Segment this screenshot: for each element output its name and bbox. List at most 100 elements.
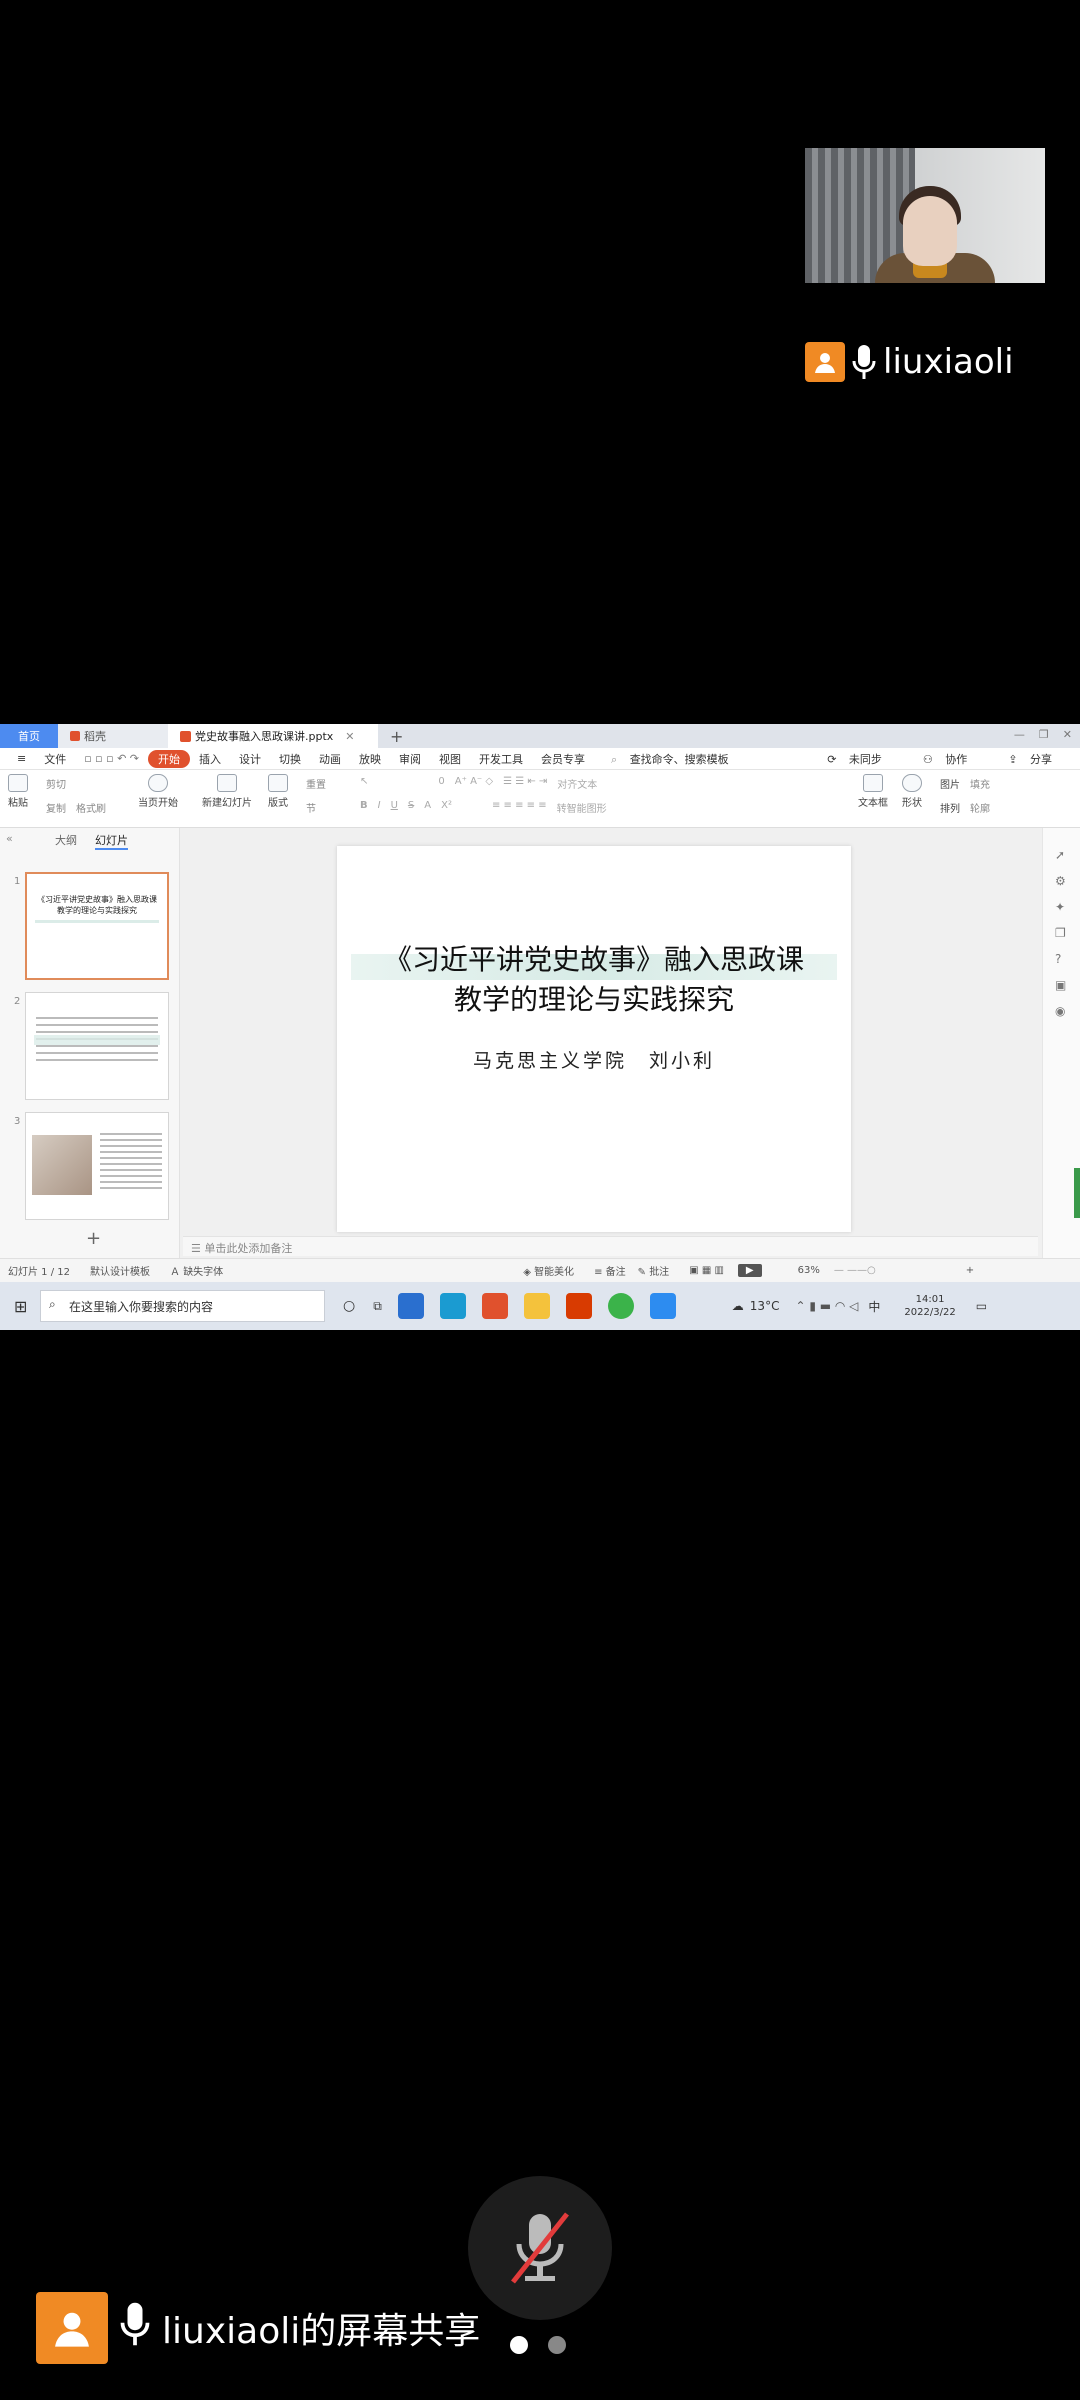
notification-icon[interactable]: ▭ bbox=[976, 1299, 987, 1313]
browser-icon[interactable] bbox=[607, 1293, 634, 1319]
comments-button[interactable]: ✎ 批注 bbox=[638, 1263, 670, 1278]
tray-icons[interactable]: ⌃ ▮ ▬ ◠ ◁ bbox=[795, 1299, 858, 1313]
menu-view[interactable]: 视图 bbox=[430, 751, 470, 767]
taskbar-search[interactable]: ⌕ 在这里输入你要搜索的内容 bbox=[40, 1290, 325, 1322]
help-icon[interactable]: ? bbox=[1055, 952, 1066, 966]
layout-button[interactable]: 版式 bbox=[268, 774, 288, 809]
zoom-in-icon[interactable]: + bbox=[966, 1265, 974, 1276]
clock[interactable]: 14:01 2022/3/22 bbox=[904, 1293, 955, 1319]
sync-button[interactable]: ⟳ 未同步 bbox=[818, 751, 900, 767]
app-icon[interactable] bbox=[439, 1293, 466, 1319]
outline-button[interactable]: 轮廓 bbox=[970, 800, 990, 815]
tool-icons[interactable]: ➚ ⚙ ✦ ❐ ? ▣ ◉ bbox=[1055, 848, 1066, 1018]
rocket-icon[interactable]: ➚ bbox=[1055, 848, 1066, 862]
menu-design[interactable]: 设计 bbox=[230, 751, 270, 767]
windows-start-icon[interactable]: ⊞ bbox=[14, 1297, 27, 1316]
office-icon[interactable] bbox=[565, 1293, 592, 1319]
view-icons[interactable]: ▣ ▦ ▥ bbox=[689, 1265, 724, 1276]
text-box-button[interactable]: 文本框 bbox=[858, 774, 888, 809]
add-slide-button[interactable]: + bbox=[86, 1228, 101, 1249]
slide-thumbnail-1[interactable]: 《习近平讲党史故事》融入思政课教学的理论与实践探究 bbox=[25, 872, 169, 980]
location-icon[interactable]: ◉ bbox=[1055, 1004, 1066, 1018]
menu-review[interactable]: 审阅 bbox=[390, 751, 430, 767]
notes-button[interactable]: ≡ 备注 bbox=[594, 1263, 626, 1278]
picture-button[interactable]: 图片 bbox=[940, 776, 960, 791]
slide-thumbnail-2[interactable] bbox=[25, 992, 169, 1100]
font-color-icon[interactable]: A bbox=[424, 800, 431, 815]
menu-animation[interactable]: 动画 bbox=[310, 751, 350, 767]
task-view-icon[interactable]: ⧉ bbox=[373, 1299, 382, 1314]
play-slideshow-button[interactable]: ▶ bbox=[737, 1264, 762, 1277]
bold-icon[interactable]: B bbox=[360, 800, 368, 815]
slide-subtitle[interactable]: 马克思主义学院 刘小利 bbox=[337, 1046, 851, 1073]
command-search[interactable]: ⌕ 查找命令、搜索模板 bbox=[602, 751, 747, 767]
copy-button[interactable]: 复制 bbox=[46, 800, 66, 815]
close-icon[interactable]: ✕ bbox=[345, 730, 354, 743]
shape-button[interactable]: 形状 bbox=[902, 774, 922, 809]
menu-icon[interactable]: ≡ bbox=[8, 752, 35, 765]
page-dot[interactable] bbox=[548, 2336, 566, 2354]
new-slide-button[interactable]: 新建幻灯片 bbox=[202, 774, 252, 809]
fill-button[interactable]: 填充 bbox=[970, 776, 990, 791]
list-icons[interactable]: ☰ ☰ ⇤ ⇥ bbox=[503, 776, 547, 791]
tab-document[interactable]: 党史故事融入思政课讲.pptx ✕ bbox=[168, 724, 378, 748]
arrange-button[interactable]: 排列 bbox=[940, 800, 960, 815]
menu-transition[interactable]: 切换 bbox=[270, 751, 310, 767]
missing-font-button[interactable]: Ａ 缺失字体 bbox=[170, 1263, 223, 1278]
menu-insert[interactable]: 插入 bbox=[190, 751, 230, 767]
tab-outline[interactable]: 大纲 bbox=[55, 832, 77, 850]
minimize-icon[interactable]: — bbox=[1014, 728, 1025, 741]
superscript-icon[interactable]: X² bbox=[441, 800, 452, 815]
play-from-current-button[interactable]: 当页开始 bbox=[138, 774, 178, 809]
section-button[interactable]: 节 bbox=[306, 800, 316, 815]
underline-icon[interactable]: U bbox=[391, 800, 398, 815]
meeting-icon[interactable] bbox=[649, 1293, 676, 1319]
format-painter-button[interactable]: 格式刷 bbox=[76, 800, 106, 815]
tab-slides[interactable]: 幻灯片 bbox=[95, 832, 128, 850]
tab-home[interactable]: 首页 bbox=[0, 724, 58, 748]
quick-access-icons[interactable]: ▫ ▫ ▫ ↶ ↷ bbox=[75, 752, 148, 765]
paste-button[interactable]: 粘贴 bbox=[8, 774, 28, 809]
notes-bar[interactable]: ☰ 单击此处添加备注 bbox=[183, 1236, 1038, 1256]
smart-art-button[interactable]: 转智能图形 bbox=[557, 800, 607, 815]
menu-developer[interactable]: 开发工具 bbox=[470, 751, 532, 767]
new-tab-button[interactable]: + bbox=[378, 724, 415, 748]
slide-canvas[interactable]: 《习近平讲党史故事》融入思政课 教学的理论与实践探究 马克思主义学院 刘小利 bbox=[337, 846, 851, 1232]
font-grow-icon[interactable]: A⁺ A⁻ ◇ bbox=[455, 776, 493, 791]
font-size-field[interactable]: 0 bbox=[438, 776, 444, 791]
weather-temp[interactable]: 13°C bbox=[750, 1299, 780, 1313]
mute-toggle-button[interactable] bbox=[468, 2176, 612, 2320]
menu-slideshow[interactable]: 放映 bbox=[350, 751, 390, 767]
tab-docer[interactable]: 稻壳 bbox=[58, 724, 168, 748]
paragraph-align-icons[interactable]: ≡ ≡ ≡ ≡ ≡ bbox=[492, 800, 547, 815]
menu-member[interactable]: 会员专享 bbox=[532, 751, 594, 767]
beautify-button[interactable]: ◈ 智能美化 bbox=[523, 1263, 574, 1278]
italic-icon[interactable]: I bbox=[378, 800, 381, 815]
strike-icon[interactable]: S bbox=[408, 800, 414, 815]
align-text-button[interactable]: 对齐文本 bbox=[557, 776, 597, 791]
share-button[interactable]: ⇪ 分享 bbox=[999, 751, 1070, 767]
settings-icon[interactable]: ⚙ bbox=[1055, 874, 1066, 888]
zoom-level[interactable]: 63% bbox=[798, 1265, 820, 1276]
ime-indicator[interactable]: 中 bbox=[868, 1298, 880, 1315]
reset-button[interactable]: 重置 bbox=[306, 776, 326, 791]
restore-icon[interactable]: ❐ bbox=[1039, 728, 1049, 741]
menu-file[interactable]: 文件 bbox=[35, 751, 75, 767]
collapse-pane-icon[interactable]: « bbox=[6, 832, 13, 845]
pin-icon[interactable]: ✦ bbox=[1055, 900, 1066, 914]
wps-icon[interactable] bbox=[481, 1293, 508, 1319]
template-name[interactable]: 默认设计模板 bbox=[90, 1263, 150, 1278]
slide-thumbnail-3[interactable] bbox=[25, 1112, 169, 1220]
image-icon[interactable]: ▣ bbox=[1055, 978, 1066, 992]
zoom-slider[interactable]: — ——○ bbox=[834, 1265, 876, 1276]
store-icon[interactable] bbox=[397, 1293, 424, 1319]
cortana-icon[interactable]: ○ bbox=[343, 1298, 355, 1314]
menu-start[interactable]: 开始 bbox=[148, 749, 191, 768]
copy-icon[interactable]: ❐ bbox=[1055, 926, 1066, 940]
cut-button[interactable]: 剪切 bbox=[46, 776, 66, 791]
slide-title[interactable]: 《习近平讲党史故事》融入思政课 教学的理论与实践探究 bbox=[337, 940, 851, 1020]
collab-button[interactable]: ⚇ 协作 bbox=[914, 751, 985, 767]
folder-icon[interactable] bbox=[523, 1293, 550, 1319]
close-window-icon[interactable]: ✕ bbox=[1063, 728, 1072, 741]
page-dot-active[interactable] bbox=[510, 2336, 528, 2354]
